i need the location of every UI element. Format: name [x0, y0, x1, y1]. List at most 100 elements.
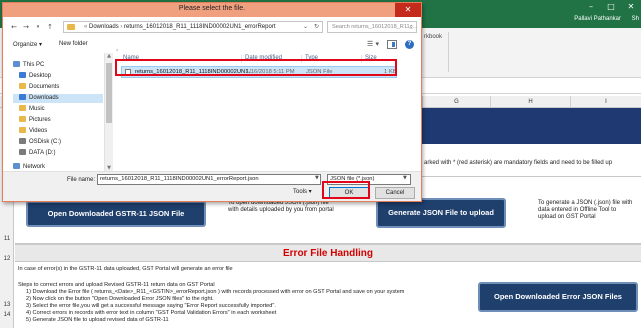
file-name-label: File name: — [67, 177, 96, 183]
column-header-g[interactable]: G — [422, 96, 490, 108]
step-line: 2) Now click on the button "Open Downloa… — [26, 296, 214, 302]
column-header-h[interactable]: H — [490, 96, 570, 108]
nav-item-label: DATA (D:) — [29, 150, 56, 156]
scroll-up-icon[interactable]: ▲ — [105, 53, 113, 59]
file-highlight-box — [115, 59, 397, 76]
new-folder-button[interactable]: New folder — [59, 41, 88, 47]
preview-pane-icon[interactable] — [387, 40, 397, 49]
nav-item-label: Network — [23, 164, 46, 170]
navigation-scrollbar[interactable]: ▲ ▼ — [105, 53, 113, 171]
open-gstr11-json-button[interactable]: Open Downloaded GSTR-11 JSON File — [26, 201, 206, 227]
search-icon: ⌕ — [409, 23, 413, 30]
music-icon — [19, 105, 26, 111]
dialog-title-bar[interactable]: Please select the file. ✕ — [3, 3, 421, 17]
nav-item-documents[interactable]: Documents — [13, 83, 103, 92]
generate-json-button[interactable]: Generate JSON File to upload — [376, 198, 506, 228]
recent-locations-chevron-icon[interactable]: ▾ — [33, 21, 43, 33]
mandatory-fields-note: arked with * (red asterisk) are mandator… — [424, 160, 613, 166]
open-gstr11-description: To open downloaded JSON (.json) file wit… — [228, 200, 334, 214]
nav-item-label: This PC — [23, 62, 45, 68]
open-gstr11-desc-line: with details uploaded by you from portal — [228, 207, 334, 213]
downloads-icon — [19, 94, 26, 100]
address-path: « Downloads › returns_16012018_R11_1118I… — [84, 24, 276, 30]
row-number-13[interactable]: 13 — [0, 302, 14, 308]
view-options-icon[interactable]: ☰ ▾ — [367, 40, 379, 48]
nav-item-data[interactable]: DATA (D:) — [13, 149, 103, 158]
open-error-json-button[interactable]: Open Downloaded Error JSON Files — [478, 282, 638, 312]
nav-item-pictures[interactable]: Pictures — [13, 116, 103, 125]
maximize-icon[interactable]: □ — [601, 0, 621, 14]
navigation-bar: ← → ▾ ↑ « Downloads › returns_16012018_R… — [9, 21, 417, 33]
user-name[interactable]: Pallavi Pathankar — [574, 16, 621, 22]
documents-icon — [19, 83, 26, 89]
search-input[interactable]: Search returns_16012018_R11_... ⌕ — [327, 21, 417, 33]
generate-json-desc-line: upload on GST Portal — [538, 214, 596, 220]
back-arrow-icon[interactable]: ← — [9, 21, 19, 33]
step-line: 1) Download the Error file ( returns_<Da… — [26, 289, 405, 295]
share-button[interactable]: Sh — [632, 16, 639, 22]
drive-icon — [19, 138, 26, 144]
nav-item-label: Music — [29, 106, 45, 112]
computer-icon — [13, 61, 20, 67]
breadcrumb-current-folder[interactable]: returns_16012018_R11_1118IND00002UN1_err… — [124, 24, 275, 30]
error-steps: Steps to correct errors and upload Revis… — [18, 282, 404, 324]
nav-item-label: Videos — [29, 128, 48, 134]
ok-highlight-box — [322, 181, 370, 199]
tools-menu[interactable]: Tools ▾ — [293, 188, 312, 195]
nav-item-osdisk[interactable]: OSDisk (C:) — [13, 138, 103, 147]
breadcrumb-downloads[interactable]: Downloads — [89, 24, 119, 30]
file-name-dropdown-icon[interactable]: ▼ — [315, 175, 319, 181]
ribbon-separator — [448, 32, 449, 72]
step-line: 4) Correct errors in records with error … — [26, 310, 277, 316]
ribbon-group-label: rkbook — [424, 34, 443, 40]
file-name-input[interactable]: returns_16012018_R11_1118IND00002UN1_err… — [97, 174, 321, 185]
navigation-pane: This PC Desktop Documents Downloads Musi… — [9, 53, 105, 171]
row-number-11[interactable]: 11 — [0, 236, 14, 242]
column-header-i[interactable]: I — [570, 96, 641, 108]
search-placeholder: Search returns_16012018_R11_... — [332, 24, 418, 30]
minimize-icon[interactable]: – — [581, 0, 601, 14]
nav-item-music[interactable]: Music — [13, 105, 103, 114]
nav-item-label: Downloads — [29, 95, 59, 101]
generate-json-desc-line: To generate a JSON (.json) file with — [538, 200, 633, 206]
step-line: 3) Select the error file,you will get a … — [26, 303, 276, 309]
section-title: Error File Handling — [15, 244, 641, 262]
row-number-14[interactable]: 14 — [0, 312, 14, 318]
network-icon — [13, 163, 20, 169]
dialog-close-icon[interactable]: ✕ — [395, 3, 421, 17]
cancel-button[interactable]: Cancel — [375, 187, 415, 199]
nav-item-label: OSDisk (C:) — [29, 139, 61, 145]
error-info-line: In case of error(s) in the GSTR-11 data … — [18, 266, 233, 272]
address-dropdown-icon[interactable]: ⌄ — [303, 23, 308, 30]
generate-json-desc-line: data entered in Offline Tool to — [538, 207, 617, 213]
generate-json-description: To generate a JSON (.json) file with dat… — [538, 200, 632, 221]
refresh-icon[interactable]: ↻ — [314, 23, 319, 30]
dialog-title: Please select the file. — [178, 5, 246, 12]
nav-item-label: Desktop — [29, 73, 52, 79]
organize-menu[interactable]: Organize ▾ — [13, 41, 42, 48]
nav-item-this-pc[interactable]: This PC — [13, 61, 103, 70]
dialog-toolbar: Organize ▾ New folder ☰ ▾ ? — [9, 39, 417, 51]
pictures-icon — [19, 116, 26, 122]
videos-icon — [19, 127, 26, 133]
nav-item-label: Documents — [29, 84, 60, 90]
address-bar[interactable]: « Downloads › returns_16012018_R11_1118I… — [63, 21, 323, 33]
nav-item-downloads[interactable]: Downloads — [13, 94, 103, 103]
nav-item-network[interactable]: Network — [13, 163, 103, 171]
step-line: 5) Generate JSON file to upload revised … — [26, 317, 169, 323]
drive-icon — [19, 149, 26, 155]
nav-item-videos[interactable]: Videos — [13, 127, 103, 136]
excel-window-controls: – □ ✕ — [581, 0, 641, 14]
scrollbar-thumb[interactable] — [106, 63, 112, 123]
folder-icon — [67, 24, 75, 30]
forward-arrow-icon[interactable]: → — [21, 21, 31, 33]
nav-item-label: Pictures — [29, 117, 51, 123]
help-icon[interactable]: ? — [405, 40, 414, 49]
file-type-dropdown-icon[interactable]: ▼ — [403, 175, 407, 181]
nav-item-desktop[interactable]: Desktop — [13, 72, 103, 81]
step-line: Steps to correct errors and upload Revis… — [18, 282, 215, 288]
up-arrow-icon[interactable]: ↑ — [45, 21, 55, 33]
close-icon[interactable]: ✕ — [621, 0, 641, 14]
desktop-icon — [19, 72, 26, 78]
row-number-12[interactable]: 12 — [0, 256, 14, 262]
